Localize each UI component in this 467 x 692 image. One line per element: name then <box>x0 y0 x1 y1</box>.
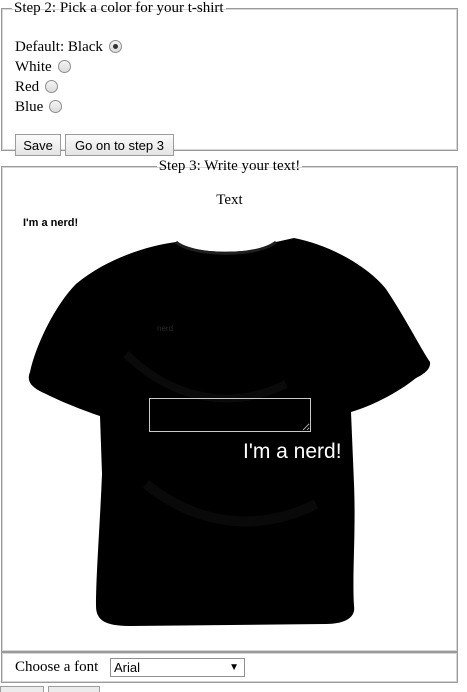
faint-shirt-text: nerd <box>157 324 174 333</box>
chevron-down-icon: ▼ <box>229 662 239 673</box>
color-option-label: White <box>15 58 52 75</box>
save-button[interactable]: Save <box>15 134 61 156</box>
tshirt-body <box>28 238 431 626</box>
color-option-white[interactable]: White <box>15 58 71 76</box>
step3-fieldset: Step 3: Write your text! Text I'm a nerd… <box>1 158 458 652</box>
shirt-text-input[interactable] <box>149 398 311 432</box>
bottom-button-1[interactable] <box>0 686 44 692</box>
text-label: Text <box>216 192 243 208</box>
font-select[interactable]: Arial ▼ <box>110 658 245 677</box>
radio-white[interactable] <box>57 59 71 73</box>
step2-fieldset: Step 2: Pick a color for your t-shirt De… <box>1 0 458 156</box>
color-option-black[interactable]: Default: Black <box>15 38 122 56</box>
font-label: Choose a font <box>15 659 99 675</box>
color-option-label: Blue <box>15 98 44 115</box>
color-option-blue[interactable]: Blue <box>15 98 63 116</box>
bottom-button-2[interactable] <box>48 686 100 692</box>
font-select-value: Arial <box>114 660 141 675</box>
step3-legend: Step 3: Write your text! <box>158 158 301 174</box>
radio-blue[interactable] <box>49 99 63 113</box>
color-option-red[interactable]: Red <box>15 78 59 96</box>
step3-button[interactable]: Go on to step 3 <box>65 134 174 156</box>
color-option-label: Default: Black <box>15 38 103 55</box>
step2-legend: Step 2: Pick a color for your t-shirt <box>14 0 224 16</box>
color-option-label: Red <box>15 78 40 95</box>
shirt-text-overlay[interactable]: I'm a nerd! <box>243 440 356 464</box>
font-bar: Choose a font Arial ▼ <box>1 652 458 683</box>
radio-red[interactable] <box>45 79 59 93</box>
preview-text: I'm a nerd! <box>23 217 79 229</box>
radio-black[interactable] <box>108 39 122 53</box>
